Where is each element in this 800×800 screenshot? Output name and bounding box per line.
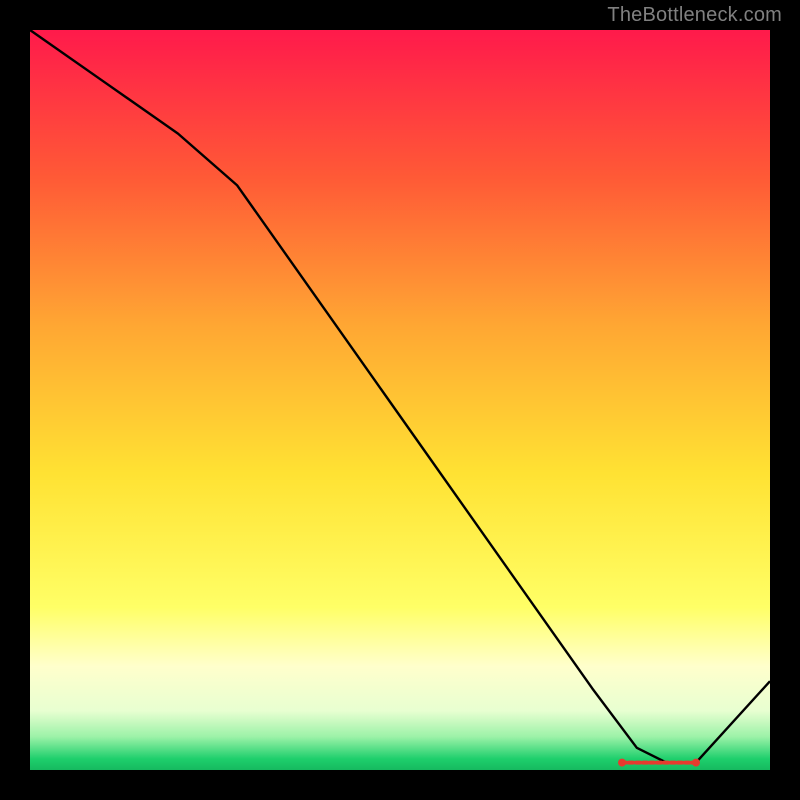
chart-plot (30, 30, 770, 770)
watermark-text: TheBottleneck.com (607, 4, 782, 27)
gradient-background (30, 30, 770, 770)
chart-frame: TheBottleneck.com (0, 0, 800, 800)
